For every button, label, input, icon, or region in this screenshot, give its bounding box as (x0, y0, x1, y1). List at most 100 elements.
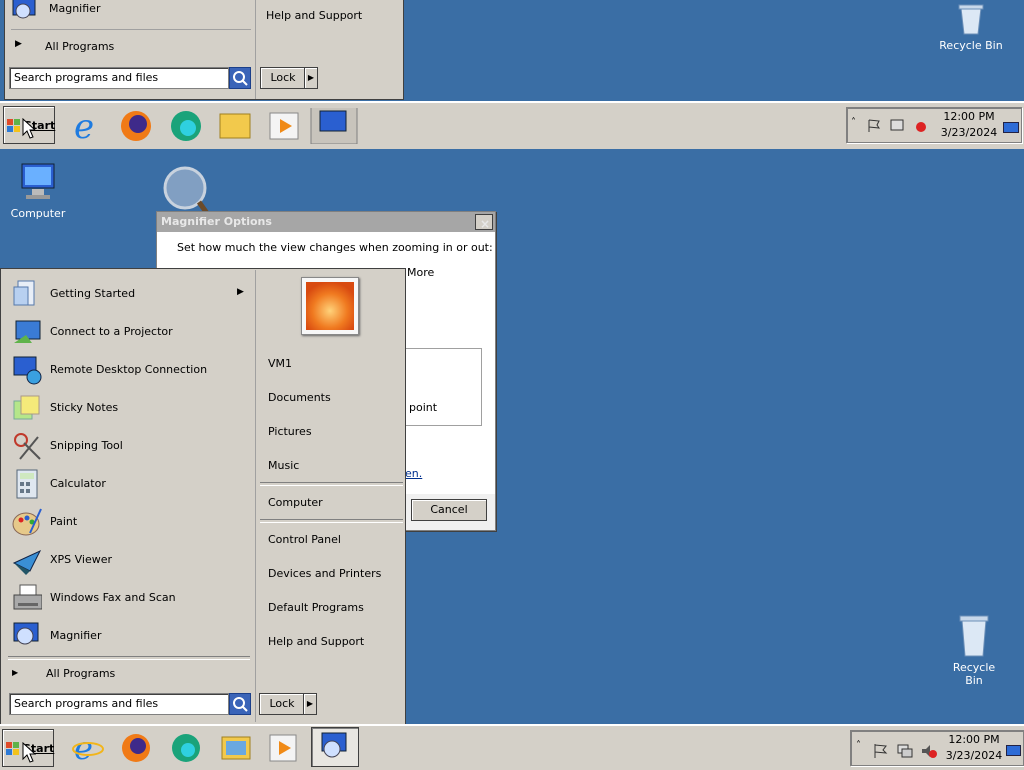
options-groupbox (405, 348, 482, 426)
point-text: point (409, 401, 438, 414)
magnifier-zoom-view: Magnifier ▶ All Programs Search programs… (0, 0, 1024, 149)
zoomed-taskbar: Start e ˄ 12:00 PM 3/23/2024 (0, 101, 1024, 149)
firefox-icon[interactable] (120, 731, 152, 763)
help-link[interactable]: en. (405, 467, 422, 480)
place-pictures[interactable]: Pictures (268, 425, 312, 438)
separator (260, 482, 403, 486)
arrow-right-icon: ▶ (15, 39, 22, 49)
edge-icon[interactable] (170, 731, 202, 763)
zoomed-recycle-bin-label: Recycle Bin (939, 39, 1003, 52)
calculator-icon (16, 469, 38, 499)
zoomed-pinned-apps: e (74, 108, 358, 144)
dialog-title-bar[interactable]: Magnifier Options × (157, 212, 495, 232)
magnifier-icon (13, 622, 39, 645)
fax-icon (13, 584, 42, 610)
show-desktop-icon[interactable] (1003, 122, 1019, 133)
place-documents[interactable]: Documents (268, 391, 331, 404)
windows-logo-icon (6, 742, 19, 755)
search-icon[interactable] (229, 67, 251, 89)
show-hidden-icons-icon[interactable]: ˄ (856, 740, 861, 751)
network-icon[interactable] (897, 743, 913, 759)
menu-item-connect-projector[interactable]: Connect to a Projector (8, 314, 250, 350)
desktop-icon-computer[interactable]: Computer (8, 160, 68, 220)
place-user[interactable]: VM1 (268, 357, 292, 370)
arrow-right-icon: ▶ (12, 668, 19, 677)
xps-viewer-icon (12, 549, 42, 575)
mouse-cursor-icon (22, 118, 36, 139)
zoomed-start-menu: Magnifier ▶ All Programs Search programs… (4, 0, 404, 100)
clock-time: 12:00 PM (948, 733, 1000, 746)
recycle-bin-icon (958, 4, 984, 35)
scissors-icon (14, 433, 41, 460)
lock-button[interactable]: Lock (259, 693, 305, 715)
close-icon[interactable]: × (475, 214, 493, 231)
internet-explorer-icon[interactable]: e (72, 731, 104, 763)
lock-options-arrow-icon[interactable]: ▶ (304, 67, 318, 89)
dialog-title: Magnifier Options (161, 215, 272, 228)
place-default-programs[interactable]: Default Programs (268, 601, 364, 614)
remote-desktop-icon (13, 356, 42, 385)
zoomed-notification-area: ˄ 12:00 PM 3/23/2024 (846, 107, 1022, 143)
place-control-panel[interactable]: Control Panel (268, 533, 341, 546)
start-menu-programs: Getting Started ▶ Connect to a Projector… (2, 270, 254, 722)
zoomed-search-input[interactable]: Search programs and files (9, 67, 229, 89)
menu-item-fax-scan[interactable]: Windows Fax and Scan (8, 580, 250, 616)
more-label: More (407, 266, 435, 279)
zoomed-magnifier-label[interactable]: Magnifier (49, 2, 100, 15)
clock[interactable]: 12:00 PM 3/23/2024 (943, 732, 1005, 764)
menu-item-paint[interactable]: Paint (8, 504, 250, 540)
zoomed-recycle-bin[interactable]: Recycle Bin (938, 2, 1004, 52)
action-center-flag-icon[interactable] (873, 743, 889, 759)
recycle-bin-icon (959, 615, 989, 657)
menu-item-getting-started[interactable]: Getting Started ▶ (8, 276, 250, 312)
media-player-icon[interactable] (268, 731, 300, 763)
windows-logo-icon (7, 119, 20, 132)
zoomed-all-programs[interactable]: All Programs (45, 40, 114, 53)
place-music[interactable]: Music (268, 459, 299, 472)
zoom-instruction: Set how much the view changes when zoomi… (177, 241, 493, 254)
menu-item-magnifier[interactable]: Magnifier (8, 618, 250, 654)
lock-options-arrow-icon[interactable]: ▶ (303, 693, 317, 715)
show-desktop-icon[interactable] (1006, 745, 1021, 756)
flower-avatar-icon (306, 282, 354, 330)
magnifier-app-icon (321, 732, 347, 758)
separator (11, 29, 251, 30)
search-input[interactable]: Search programs and files (9, 693, 229, 715)
start-menu: Getting Started ▶ Connect to a Projector… (0, 268, 406, 725)
zoomed-help-support[interactable]: Help and Support (266, 9, 362, 22)
mouse-cursor-icon (22, 742, 36, 763)
zoomed-menu-left: Magnifier ▶ All Programs Search programs… (5, 0, 255, 99)
desktop-icon-recycle-bin[interactable]: Recycle Bin (944, 612, 1004, 687)
zoomed-menu-right: Help and Support Lock ▶ (255, 0, 404, 99)
desktop-icon-label: Recycle Bin (952, 661, 996, 687)
submenu-arrow-icon: ▶ (237, 287, 244, 297)
show-hidden-icons-icon[interactable]: ˄ (851, 117, 856, 128)
menu-item-sticky-notes[interactable]: Sticky Notes (8, 390, 250, 426)
search-icon[interactable] (229, 693, 251, 715)
desktop-icon-label: Computer (10, 207, 66, 220)
place-computer[interactable]: Computer (268, 496, 323, 509)
place-devices-printers[interactable]: Devices and Printers (268, 567, 381, 580)
separator (260, 519, 403, 523)
file-explorer-icon[interactable] (220, 731, 252, 763)
svg-text:e: e (74, 731, 93, 763)
zoomed-tray-icons (868, 119, 926, 132)
cancel-button[interactable]: Cancel (411, 499, 487, 521)
menu-item-snipping-tool[interactable]: Snipping Tool (8, 428, 250, 464)
start-menu-places: VM1 Documents Pictures Music Computer Co… (255, 270, 405, 722)
menu-item-xps-viewer[interactable]: XPS Viewer (8, 542, 250, 578)
notification-area: ˄ 12:00 PM 3/23/2024 (850, 730, 1024, 766)
zoomed-lock-button[interactable]: Lock (260, 67, 306, 89)
menu-item-remote-desktop[interactable]: Remote Desktop Connection (8, 352, 250, 388)
magnifier-taskbar-button[interactable] (311, 727, 359, 767)
zoomed-clock[interactable]: 12:00 PM 3/23/2024 (937, 109, 1001, 141)
svg-text:e: e (74, 108, 94, 144)
magnifier-icon (12, 0, 36, 19)
place-help-support[interactable]: Help and Support (268, 635, 364, 648)
all-programs-link[interactable]: All Programs (46, 667, 115, 680)
user-avatar[interactable] (301, 277, 359, 335)
projector-icon (14, 320, 41, 343)
clock-date: 3/23/2024 (945, 749, 1003, 762)
volume-muted-icon[interactable] (921, 743, 937, 759)
menu-item-calculator[interactable]: Calculator (8, 466, 250, 502)
